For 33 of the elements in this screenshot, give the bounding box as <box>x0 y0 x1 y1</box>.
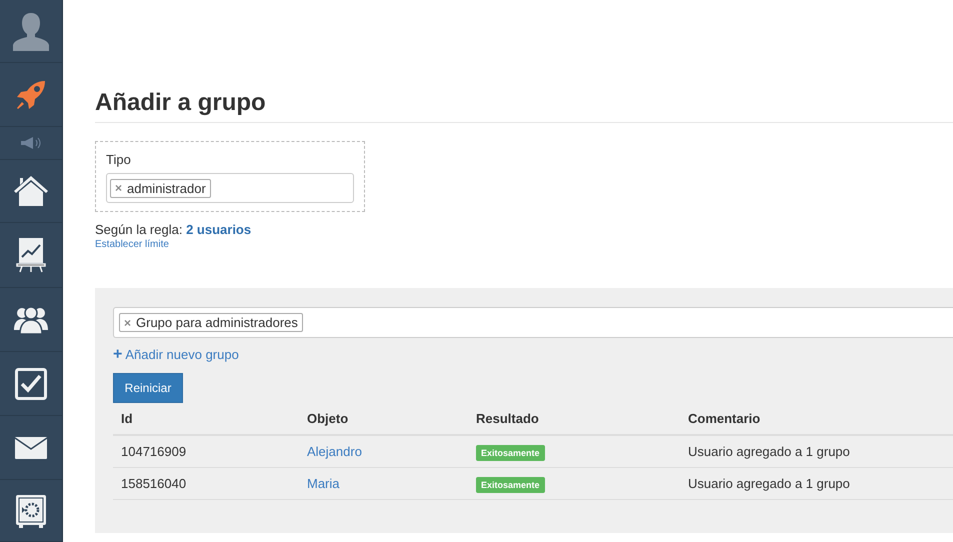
megaphone-icon[interactable] <box>20 137 42 149</box>
users-icon[interactable] <box>14 306 48 334</box>
tag-chip[interactable]: × Grupo para administradores <box>119 313 303 332</box>
home-icon[interactable] <box>14 175 48 207</box>
checkbox-icon[interactable] <box>15 368 47 400</box>
column-header: Comentario <box>680 403 953 435</box>
add-group-link[interactable]: + Añadir nuevo grupo <box>113 347 239 362</box>
tag-chip[interactable]: × administrador <box>110 178 211 198</box>
status-badge: Exitosamente <box>476 445 545 461</box>
table-cell: 158516040 <box>113 468 299 500</box>
set-limit-link[interactable]: Establecer límite <box>95 239 169 250</box>
safe-icon[interactable] <box>15 494 47 528</box>
chart-icon[interactable] <box>16 237 46 273</box>
group-field[interactable]: × Grupo para administradores <box>113 307 953 338</box>
tag-label: Grupo para administradores <box>136 315 298 330</box>
rule-text: Según la regla: 2 usuarios <box>95 222 252 237</box>
remove-tag-icon[interactable]: × <box>115 181 122 195</box>
reset-button[interactable]: Reiniciar <box>113 373 183 403</box>
tag-label: administrador <box>127 180 206 196</box>
field-label: Tipo <box>106 152 132 167</box>
type-field[interactable]: × administrador <box>106 173 354 203</box>
table-cell: Usuario agregado a 1 grupo <box>680 435 953 468</box>
mail-icon[interactable] <box>15 436 47 458</box>
column-header: Resultado <box>468 403 680 435</box>
remove-tag-icon[interactable]: × <box>124 316 132 330</box>
object-link[interactable]: Maria <box>307 476 340 491</box>
table-cell: Usuario agregado a 1 grupo <box>680 468 953 500</box>
status-badge: Exitosamente <box>476 477 545 493</box>
object-link[interactable]: Alejandro <box>307 444 362 459</box>
column-header: Id <box>113 403 299 435</box>
table-cell: 104716909 <box>113 435 299 468</box>
column-header: Objeto <box>299 403 468 435</box>
page-title: Añadir a grupo <box>95 88 953 123</box>
